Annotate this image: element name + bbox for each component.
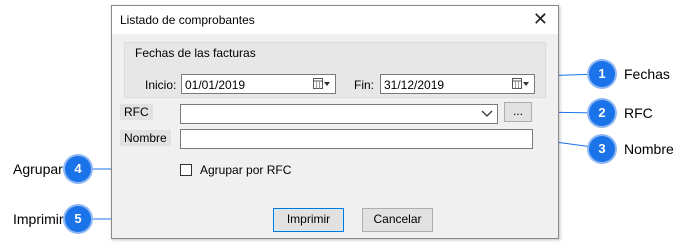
dates-group-title: Fechas de las facturas: [135, 46, 256, 60]
end-date-value: 31/12/2019: [384, 78, 445, 92]
callout-badge-3: 3: [589, 136, 615, 162]
rfc-combobox[interactable]: [180, 104, 498, 124]
callout-label-agrupar: Agrupar: [13, 161, 63, 177]
end-date-label: Fin:: [354, 78, 375, 92]
callout-label-imprimir: Imprimir: [13, 211, 64, 227]
callout-badge-5: 5: [65, 206, 91, 232]
dialog-title: Listado de comprobantes: [120, 13, 255, 27]
chevron-down-icon[interactable]: [481, 110, 493, 118]
callout-label-rfc: RFC: [624, 105, 653, 121]
start-date-picker[interactable]: 01/01/2019: [181, 74, 336, 94]
start-date-label: Inicio:: [145, 78, 177, 92]
rfc-label: RFC: [120, 104, 153, 120]
group-by-rfc-label[interactable]: Agrupar por RFC: [200, 163, 291, 177]
callout-label-nombre: Nombre: [624, 141, 674, 157]
dialog-window: Listado de comprobantes ✕ Fechas de las …: [111, 5, 559, 239]
end-date-picker[interactable]: 31/12/2019: [380, 74, 535, 94]
print-button[interactable]: Imprimir: [273, 208, 344, 232]
cancel-button[interactable]: Cancelar: [362, 208, 433, 232]
dialog-titlebar: Listado de comprobantes ✕: [112, 6, 558, 34]
close-icon[interactable]: ✕: [533, 8, 548, 30]
dates-group: Fechas de las facturas Inicio: 01/01/201…: [124, 42, 546, 98]
callout-badge-2: 2: [589, 100, 615, 126]
calendar-dropdown-icon[interactable]: [512, 78, 530, 90]
nombre-label: Nombre: [120, 130, 171, 146]
callout-label-fechas: Fechas: [624, 66, 670, 82]
start-date-value: 01/01/2019: [185, 78, 246, 92]
callout-badge-1: 1: [589, 61, 615, 87]
rfc-browse-button[interactable]: ...: [504, 102, 532, 122]
nombre-input[interactable]: [180, 129, 533, 149]
group-by-rfc-checkbox[interactable]: [180, 164, 192, 176]
calendar-dropdown-icon[interactable]: [313, 78, 331, 90]
callout-badge-4: 4: [65, 156, 91, 182]
